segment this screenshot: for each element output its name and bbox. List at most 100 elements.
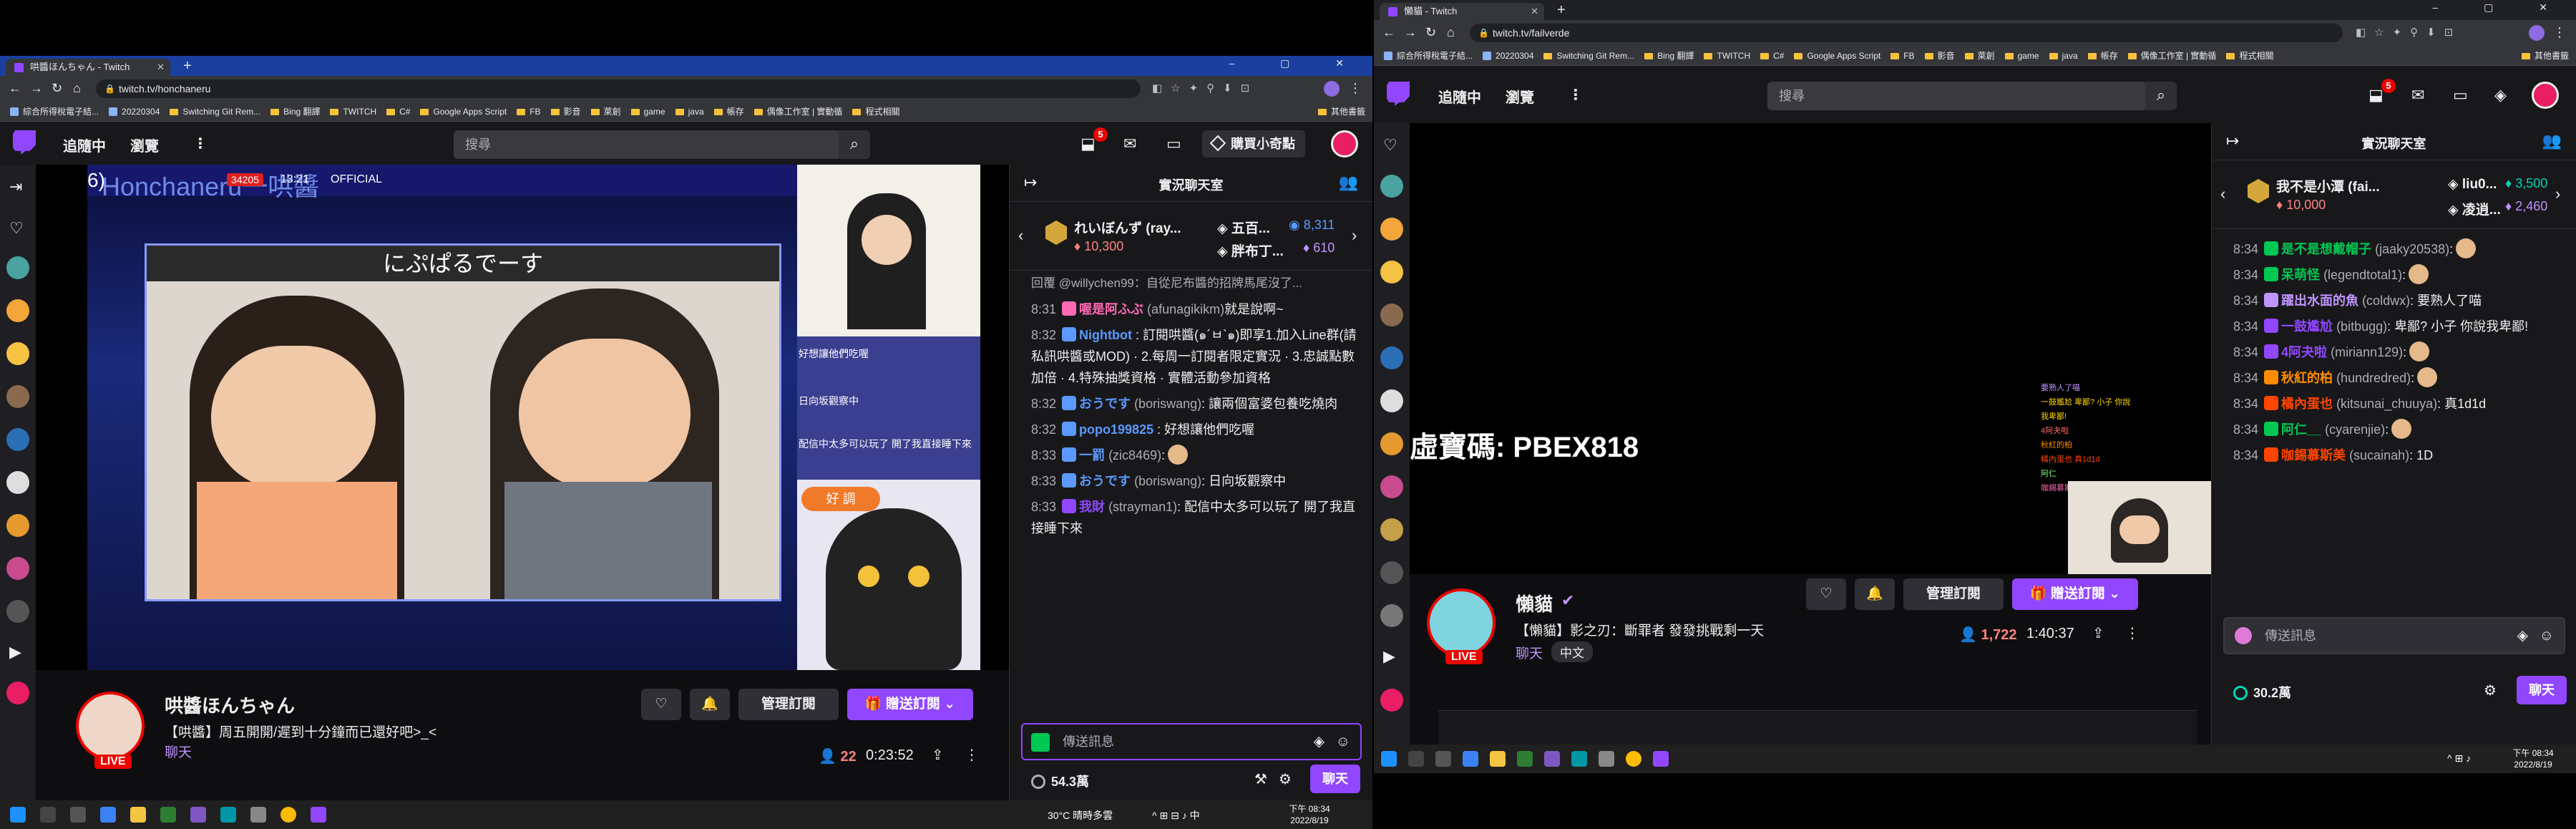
bookmark-item[interactable]: 程式相關 <box>852 102 899 121</box>
users-icon[interactable]: 👥 <box>1339 173 1358 192</box>
followed-channel-avatar[interactable] <box>1380 561 1403 584</box>
followed-channel-avatar[interactable] <box>6 342 29 365</box>
followed-channel-avatar[interactable] <box>6 256 29 279</box>
message-username[interactable]: Nightbot <box>1079 328 1132 342</box>
message-username[interactable]: 躍出水面的魚 <box>2281 294 2358 308</box>
twitch-logo-icon[interactable] <box>1387 82 1410 106</box>
app-icon[interactable] <box>1653 751 1669 767</box>
video-player[interactable]: 虛寶碼: PBEX818 要熟人了喵 一鼓尷尬 卑鄙? 小子 你說我卑鄙! 4阿夬啦… <box>1410 123 2211 574</box>
manage-sub-button[interactable]: 管理訂閱 <box>1903 578 2004 610</box>
share-icon[interactable]: ⇪ <box>2092 624 2104 642</box>
bookmark-item[interactable]: Google Apps Script <box>1794 46 1880 65</box>
menu-icon[interactable]: ⋮ <box>1349 81 1362 96</box>
message-username[interactable]: 一鼓尷尬 <box>2281 319 2333 334</box>
reload-icon[interactable]: ↻ <box>1425 25 1436 40</box>
bookmark-item[interactable]: game <box>630 102 665 121</box>
followed-channel-avatar[interactable] <box>1380 175 1403 198</box>
clock[interactable]: 下午 08:34 2022/8/19 <box>2497 747 2569 770</box>
reload-icon[interactable]: ↻ <box>52 81 62 96</box>
bookmark-item[interactable]: 偶像工作室 | 實動循 <box>753 102 842 121</box>
followed-channel-avatar[interactable] <box>1380 346 1403 369</box>
leaderboard-next-icon[interactable]: › <box>2555 185 2560 203</box>
bookmark-item[interactable]: C# <box>1760 46 1784 65</box>
stream-category[interactable]: 聊天 <box>165 742 192 761</box>
more-options-icon[interactable]: ⋮ <box>2125 624 2140 642</box>
chat-bubble-icon[interactable]: ▭ <box>2453 86 2468 105</box>
start-icon[interactable] <box>10 807 26 823</box>
bookmark-item[interactable]: Switching Git Rem... <box>170 102 260 121</box>
back-icon[interactable]: ← <box>9 81 21 96</box>
app-icon[interactable] <box>250 807 266 823</box>
chat-bubble-icon[interactable]: ▭ <box>1166 135 1181 153</box>
followed-channel-avatar[interactable] <box>1380 218 1403 241</box>
bookmark-item[interactable]: java <box>2049 46 2078 65</box>
bookmark-item[interactable]: 萊創 <box>1964 46 1995 65</box>
nav-following[interactable]: 追隨中 <box>63 135 106 155</box>
inbox-icon[interactable]: ⬓ <box>1080 135 1096 153</box>
message-username[interactable]: 我財 <box>1079 500 1105 514</box>
close-tab-icon[interactable]: ✕ <box>1531 3 1538 20</box>
channel-points[interactable]: 54.3萬 <box>1031 772 1089 790</box>
bookmark-item[interactable]: 帳存 <box>713 102 744 121</box>
streamer-avatar[interactable] <box>76 692 145 760</box>
streamer-name[interactable]: 哄醬ほんちゃん <box>165 692 295 718</box>
inbox-icon[interactable]: ⬓ <box>2368 86 2384 105</box>
bookmark-item[interactable]: 偶像工作室 | 實動循 <box>2127 46 2216 65</box>
home-icon[interactable]: ⌂ <box>73 81 81 96</box>
new-tab-button[interactable]: + <box>183 58 192 74</box>
bookmark-item[interactable]: 萊創 <box>590 102 621 121</box>
back-icon[interactable]: ← <box>1382 25 1395 40</box>
chat-send-button[interactable]: 聊天 <box>1310 765 1360 793</box>
emote-picker-icon[interactable]: ☺ <box>2540 619 2554 653</box>
twitch-logo-icon[interactable] <box>13 130 36 155</box>
share-icon[interactable]: ⇪ <box>932 746 944 764</box>
bookmark-item[interactable]: Bing 翻譯 <box>1644 46 1694 65</box>
bookmark-item[interactable]: Bing 翻譯 <box>270 102 320 121</box>
task-view-icon[interactable] <box>1435 751 1451 767</box>
bookmark-item[interactable]: FB <box>1890 46 1915 65</box>
weather[interactable]: 30°C 晴時多雲 <box>1048 808 1113 823</box>
bookmark-item[interactable]: 影音 <box>550 102 581 121</box>
mail-icon[interactable]: ✉ <box>2411 86 2424 105</box>
heart-icon[interactable]: ♡ <box>1383 136 1397 155</box>
bookmark-item[interactable]: 20220304 <box>1483 46 1533 65</box>
followed-channel-avatar[interactable] <box>1380 432 1403 455</box>
other-bookmarks[interactable]: 其他書籤 <box>1317 102 1365 121</box>
message-username[interactable]: 一罰 <box>1079 448 1105 462</box>
new-tab-button[interactable]: + <box>1557 2 1566 19</box>
bookmark-item[interactable]: 程式相關 <box>2226 46 2273 65</box>
followed-channel-avatar[interactable] <box>6 514 29 537</box>
visual-studio-icon[interactable] <box>190 807 206 823</box>
followed-channel-avatar[interactable] <box>1380 475 1403 498</box>
camera-icon[interactable]: ▶ <box>9 643 21 661</box>
extension-icons[interactable]: ◧☆✦⚲⬇⊡ <box>2356 26 2462 39</box>
nav-browse[interactable]: 瀏覽 <box>1506 86 1534 107</box>
notification-bell-button[interactable]: 🔔 <box>690 689 730 720</box>
explorer-icon[interactable] <box>1490 751 1506 767</box>
bookmark-item[interactable]: 帳存 <box>2087 46 2118 65</box>
bits-icon[interactable]: ◈ <box>1314 724 1324 759</box>
followed-channel-avatar[interactable] <box>1380 389 1403 412</box>
followed-channel-avatar[interactable] <box>6 385 29 408</box>
followed-channel-avatar[interactable] <box>6 682 29 704</box>
url-field[interactable]: 🔒 twitch.tv/failverde <box>1470 24 2343 42</box>
nav-browse[interactable]: 瀏覽 <box>130 135 159 155</box>
visual-studio-icon[interactable] <box>1544 751 1560 767</box>
camera-icon[interactable]: ▶ <box>1383 647 1395 666</box>
message-username[interactable]: 橘內蛋也 <box>2281 397 2333 411</box>
bits-icon[interactable]: ◈ <box>2517 619 2528 653</box>
window-controls[interactable]: – ▢ ✕ <box>2432 1 2569 14</box>
wand-icon[interactable]: ⚒ <box>1254 770 1267 788</box>
more-icon[interactable]: ⋮ <box>1568 86 1583 104</box>
bookmark-item[interactable]: java <box>675 102 704 121</box>
notification-bell-button[interactable]: 🔔 <box>1855 578 1895 610</box>
message-username[interactable]: 呆萌怪 <box>2281 268 2320 282</box>
user-avatar[interactable] <box>2532 82 2559 109</box>
video-player[interactable]: 6) Honchaneru一哄醬 34205 13:21 OFFICIAL にぷ… <box>36 165 1009 670</box>
followed-channel-avatar[interactable] <box>6 471 29 494</box>
leaderboard-prev-icon[interactable]: ‹ <box>2220 185 2225 203</box>
bookmark-item[interactable]: Switching Git Rem... <box>1543 46 1634 65</box>
buy-bits-button[interactable]: 購買小奇點 <box>1202 130 1305 157</box>
chat-input[interactable]: 傳送訊息 ◈ ☺ <box>2223 617 2565 654</box>
gift-sub-button[interactable]: 🎁 贈送訂閱 ⌄ <box>2012 578 2138 610</box>
